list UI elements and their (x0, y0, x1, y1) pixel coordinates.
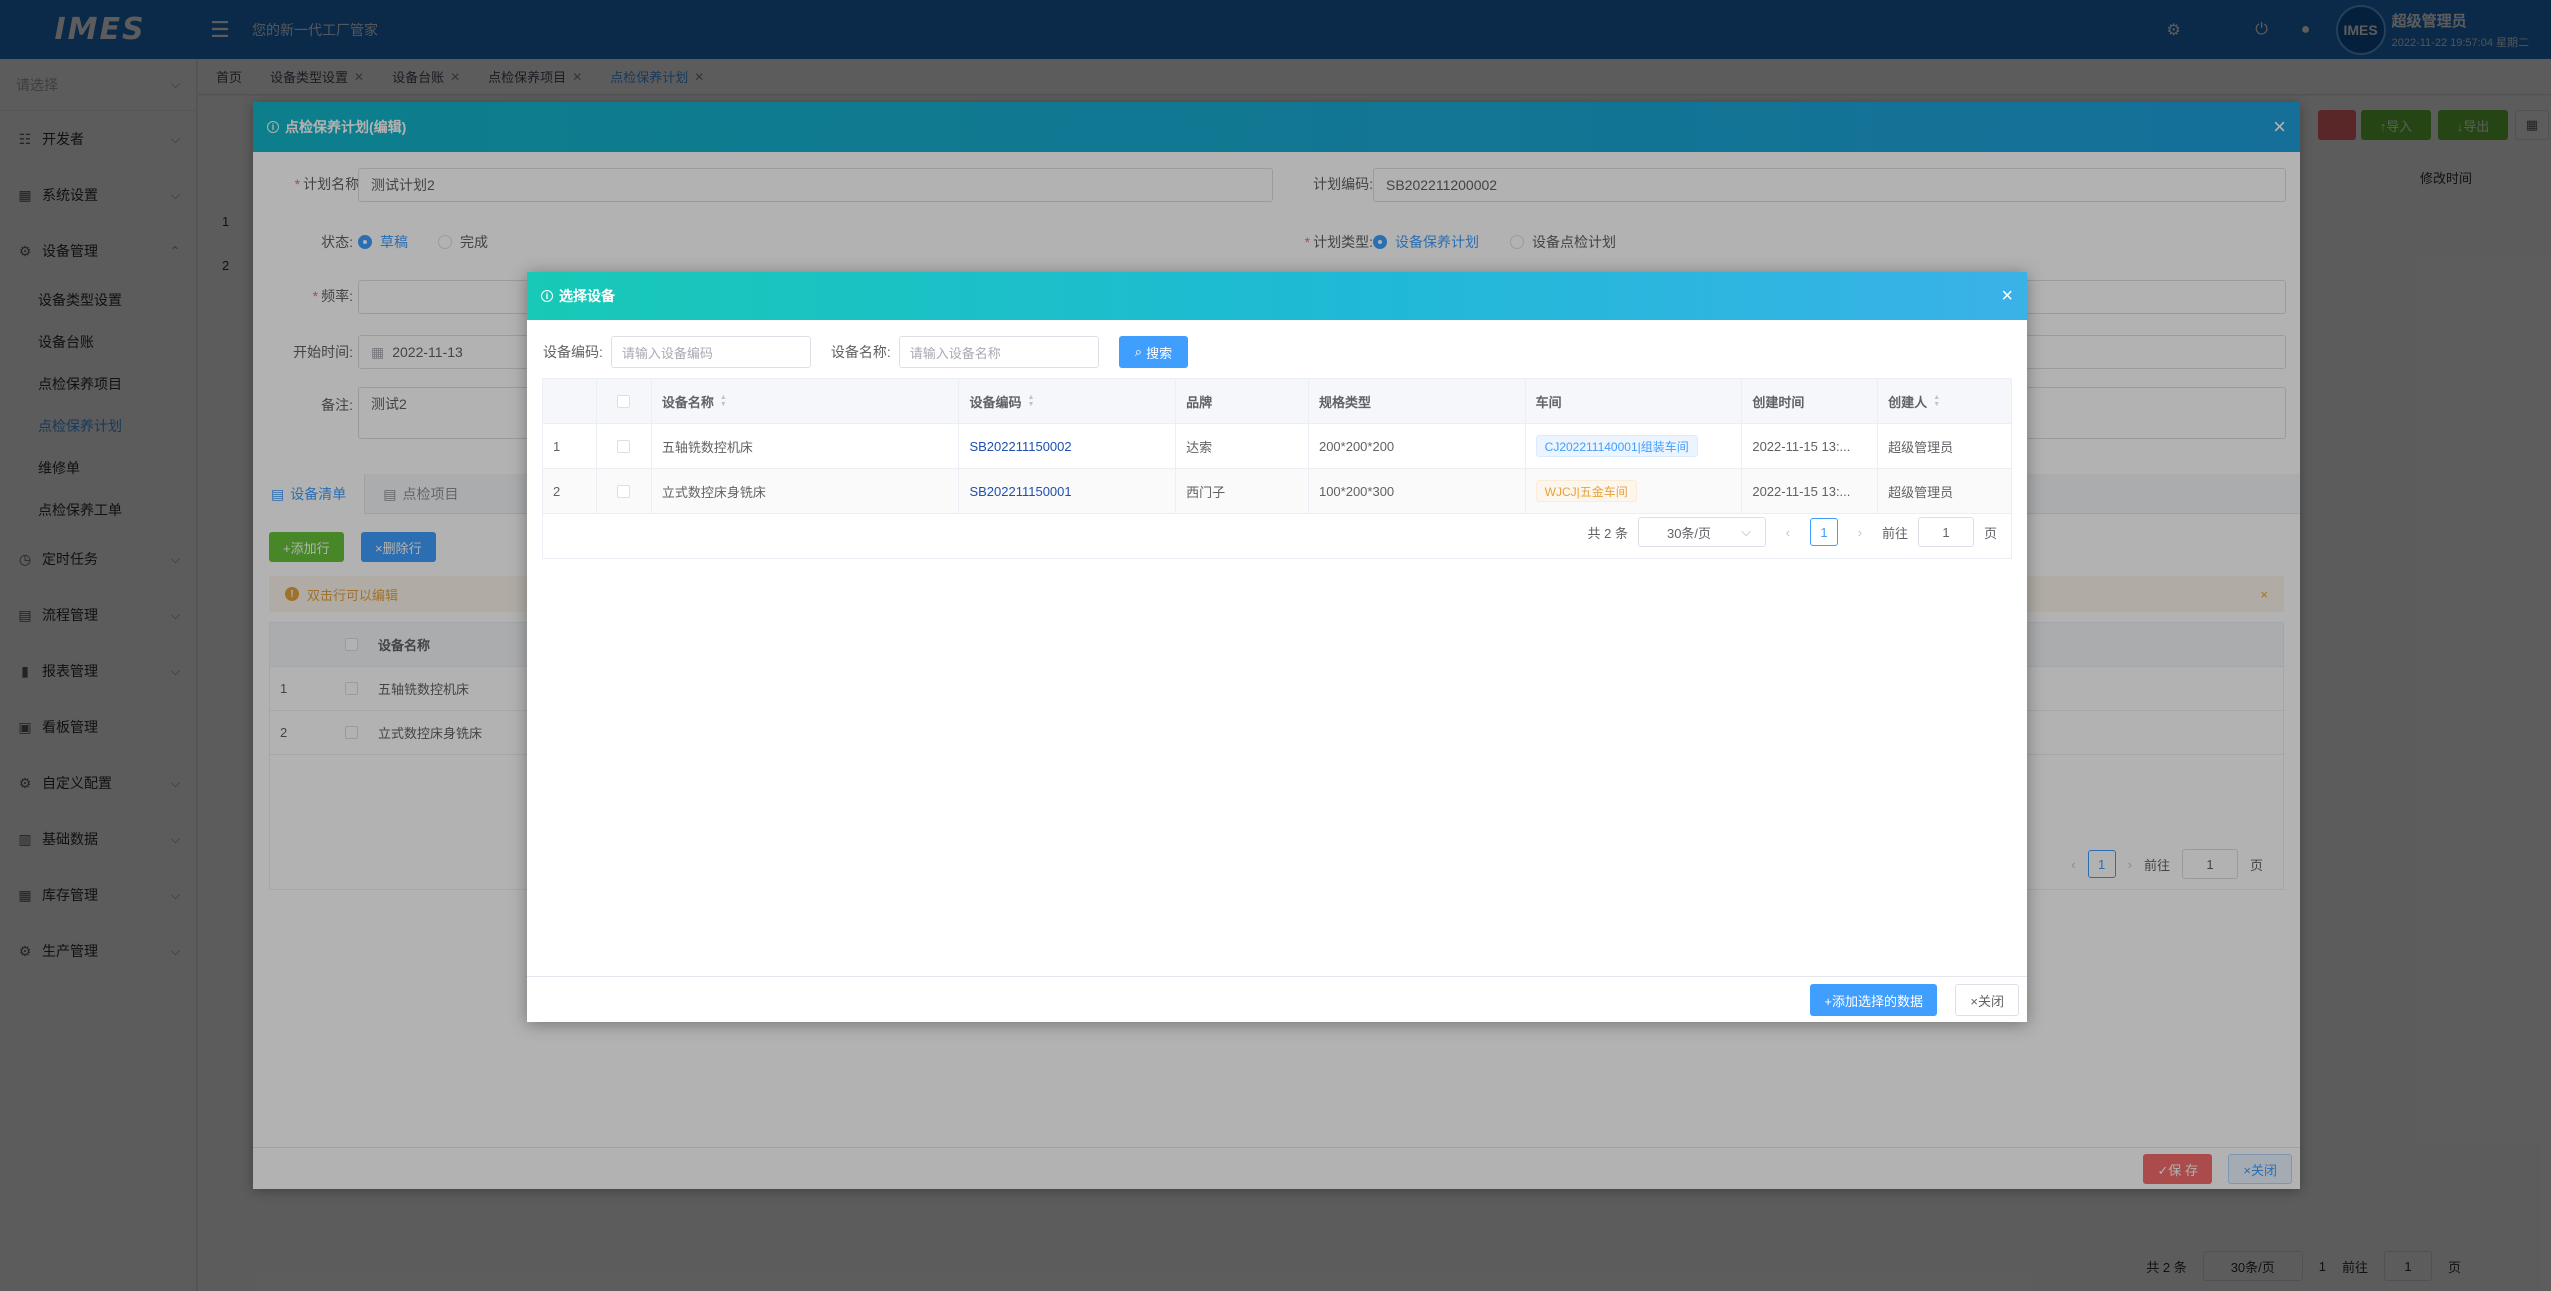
search-icon: ⌕ (1134, 344, 1143, 359)
row-index: 1 (543, 424, 597, 468)
row-checkbox[interactable] (617, 484, 631, 498)
equipment-brand: 西门子 (1176, 469, 1309, 513)
created-time: 2022-11-15 13:... (1742, 424, 1879, 468)
close-icon[interactable]: × (2001, 285, 2013, 308)
row-index: 2 (543, 469, 597, 513)
dialog-footer: +添加选择的数据 ×关闭 (527, 976, 2027, 1022)
equipment-code: SB202211150002 (959, 424, 1177, 468)
sort-icon: ▲ ▼ (1933, 394, 1941, 408)
sort-icon: ▲ ▼ (719, 394, 727, 408)
goto-label: 前往 (1881, 525, 1908, 541)
search-button[interactable]: ⌕ 搜索 (1118, 336, 1189, 368)
pagination-total: 共 2 条 (1587, 525, 1628, 541)
chevron-down-icon: ⌵ (1741, 524, 1751, 539)
table-row[interactable]: 1 五轴铣数控机床 SB202211150002 达索 200*200*200 … (543, 424, 2011, 469)
dialog-header: i 选择设备 × (527, 272, 2027, 320)
select-equipment-dialog: i 选择设备 × 设备编码: 请输入设备编码 设备名称: 请输入设备名称 ⌕ 搜索 … (527, 272, 2027, 1022)
created-time: 2022-11-15 13:... (1742, 469, 1879, 513)
select-table-pagination: 共 2 条 30条/页 ⌵ ‹ 1 › 前往 1 页 (1587, 516, 1997, 548)
equipment-spec: 100*200*300 (1309, 469, 1526, 513)
select-all-checkbox[interactable] (617, 394, 631, 408)
creator: 超级管理员 (1888, 484, 1954, 500)
workshop-tag: WJCJ|五金车间 (1535, 480, 1637, 502)
equipment-name: 五轴铣数控机床 (652, 424, 960, 468)
code-search-input[interactable]: 请输入设备编码 (610, 336, 811, 368)
dialog-title: 选择设备 (559, 288, 615, 304)
page-unit: 页 (1983, 525, 1997, 541)
creator: 超级管理员 (1888, 439, 1954, 455)
table-row[interactable]: 2 立式数控床身铣床 SB202211150001 西门子 100*200*30… (543, 469, 2011, 514)
column-header-workshop: 车间 (1526, 379, 1743, 423)
equipment-name: 立式数控床身铣床 (652, 469, 960, 513)
column-header-spec: 规格类型 (1309, 379, 1526, 423)
equipment-brand: 达索 (1176, 424, 1309, 468)
name-search-input[interactable]: 请输入设备名称 (898, 336, 1099, 368)
equipment-spec: 200*200*200 (1309, 424, 1526, 468)
close-button[interactable]: ×关闭 (1955, 984, 2019, 1016)
page-size-select[interactable]: 30条/页 ⌵ (1637, 517, 1766, 547)
column-header-code[interactable]: 设备编码 ▲ ▼ (959, 379, 1177, 423)
name-label: 设备名称: (830, 344, 891, 360)
search-form: 设备编码: 请输入设备编码 设备名称: 请输入设备名称 ⌕ 搜索 (543, 336, 1189, 368)
table-header: 设备名称 ▲ ▼ 设备编码 ▲ ▼ 品牌 规格类型 车间 创建时间 创建人 ▲ ▼ (543, 379, 2011, 424)
column-header-creator[interactable]: 创建人 ▲ ▼ (1878, 379, 2011, 423)
column-header-brand: 品牌 (1176, 379, 1309, 423)
info-icon: i (541, 290, 553, 302)
row-checkbox[interactable] (617, 439, 631, 453)
next-page-icon[interactable]: › (1848, 525, 1872, 540)
equipment-code: SB202211150001 (959, 469, 1177, 513)
workshop-tag: CJ202211140001|组装车间 (1535, 435, 1698, 457)
code-label: 设备编码: (543, 344, 603, 360)
prev-page-icon[interactable]: ‹ (1776, 525, 1800, 540)
column-header-created: 创建时间 (1742, 379, 1879, 423)
column-header-name[interactable]: 设备名称 ▲ ▼ (652, 379, 960, 423)
sort-icon: ▲ ▼ (1027, 394, 1035, 408)
goto-input[interactable]: 1 (1917, 517, 1974, 547)
add-selected-button[interactable]: +添加选择的数据 (1810, 984, 1937, 1016)
pagination-page[interactable]: 1 (1809, 518, 1838, 546)
